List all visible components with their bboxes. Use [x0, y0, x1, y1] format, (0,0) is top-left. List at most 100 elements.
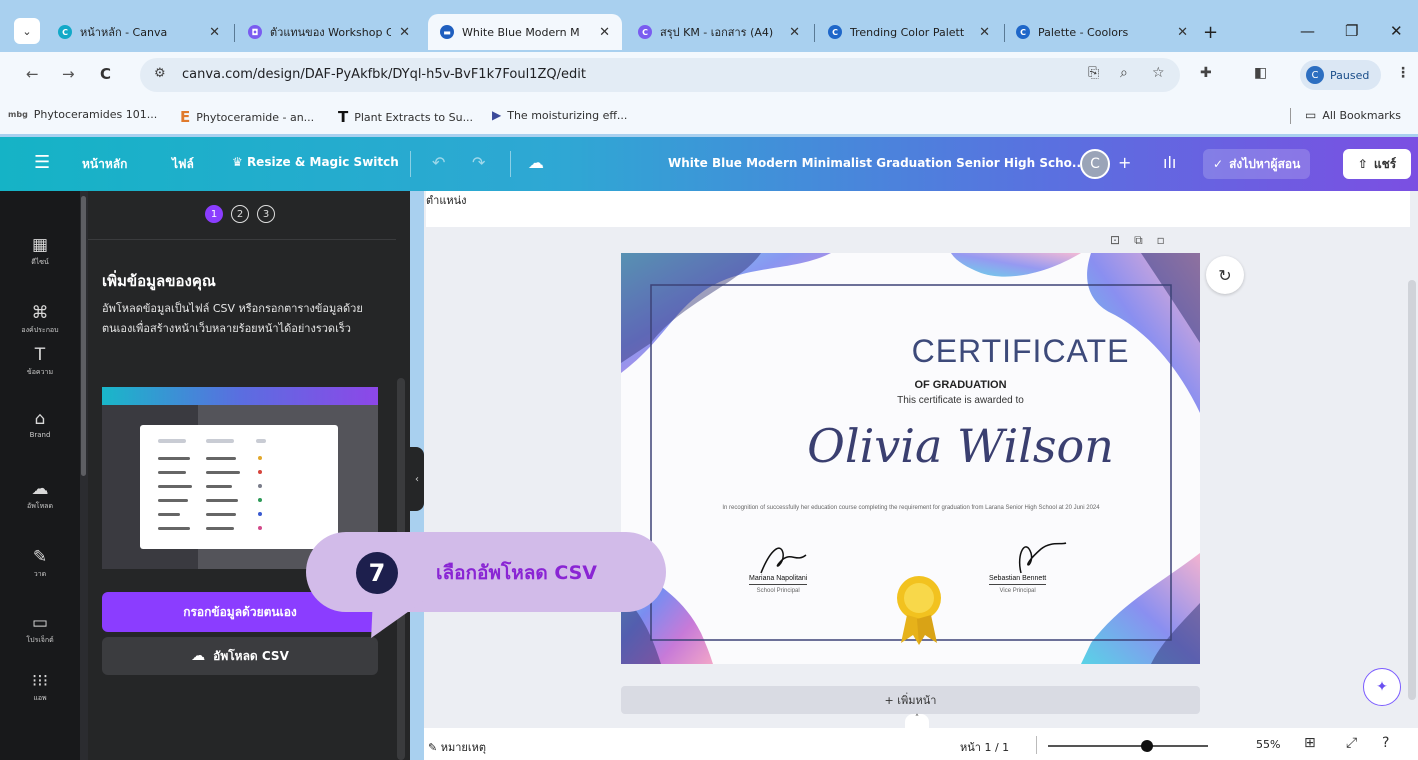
- bookmark-label: The moisturizing eff...: [507, 108, 628, 122]
- fullscreen-icon[interactable]: ⤢: [1346, 735, 1357, 751]
- tab-title: สรุป KM - เอกสาร (A4): [660, 26, 774, 39]
- new-tab-button[interactable]: +: [1203, 22, 1218, 43]
- tab-favicon-icon: C: [1016, 25, 1030, 39]
- rail-scroll-thumb[interactable]: [81, 196, 86, 476]
- collapse-panel-button[interactable]: ‹: [410, 447, 424, 511]
- document-title[interactable]: White Blue Modern Minimalist Graduation …: [668, 156, 1086, 170]
- browser-tab[interactable]: C หน้าหลัก - Canva ✕: [46, 14, 232, 50]
- upload-csv-button[interactable]: ☁ อัพโหลด CSV: [102, 637, 378, 675]
- browser-tab[interactable]: ◘ ตัวแทนของ Workshop C ✕: [236, 14, 422, 50]
- restore-icon[interactable]: ❐: [1345, 22, 1358, 40]
- close-tab-icon[interactable]: ✕: [399, 25, 410, 40]
- certificate-page[interactable]: CERTIFICATE OF GRADUATION This certifica…: [621, 253, 1200, 664]
- all-bookmarks-button[interactable]: ▭ All Bookmarks: [1305, 108, 1401, 122]
- cloud-saved-icon[interactable]: ☁: [528, 153, 544, 172]
- close-tab-icon[interactable]: ✕: [209, 25, 220, 40]
- tab-title: หน้าหลัก - Canva: [80, 26, 168, 39]
- home-button[interactable]: หน้าหลัก: [82, 155, 127, 174]
- close-tab-icon[interactable]: ✕: [1177, 25, 1188, 40]
- share-button[interactable]: ⇧ แชร์: [1343, 149, 1411, 179]
- callout-text: เลือกอัพโหลด CSV: [436, 562, 597, 584]
- zoom-slider-thumb[interactable]: [1141, 740, 1154, 752]
- magic-assistant-icon[interactable]: ✦: [1363, 668, 1401, 706]
- signature-block-2[interactable]: Sebastian Bennett Vice Principal: [989, 575, 1047, 594]
- grid-view-icon[interactable]: ⊞: [1304, 735, 1316, 751]
- paused-label: Paused: [1330, 68, 1370, 82]
- sheet-cell: [206, 527, 234, 530]
- bookmark-item[interactable]: E Phytoceramide - an...: [180, 108, 314, 126]
- zoom-slider[interactable]: [1048, 745, 1208, 747]
- notes-button[interactable]: ✎ หมายเหตุ: [428, 738, 486, 756]
- rail-item[interactable]: ⁝⁝⁝ แอพ: [0, 671, 80, 704]
- rail-item[interactable]: ✎ วาด: [0, 547, 80, 580]
- certificate-title[interactable]: CERTIFICATE: [621, 333, 1200, 370]
- add-page-icon[interactable]: ▫: [1157, 233, 1179, 247]
- sheet-dot: [258, 484, 262, 488]
- url-field[interactable]: ⚙ canva.com/design/DAF-PyAkfbk/DYql-h5v-…: [140, 58, 1180, 92]
- extensions-icon[interactable]: ✚: [1200, 65, 1212, 81]
- step-2[interactable]: 2: [231, 205, 249, 223]
- step-1[interactable]: 1: [205, 205, 223, 223]
- help-icon[interactable]: ?: [1382, 735, 1389, 751]
- translate-icon[interactable]: ⎘: [1088, 65, 1099, 81]
- browser-menu-icon[interactable]: ⋮: [1396, 65, 1410, 81]
- browser-tab[interactable]: C สรุป KM - เอกสาร (A4) ✕: [626, 14, 812, 50]
- toolbar-divider: [410, 151, 411, 177]
- browser-tab[interactable]: C Palette - Coolors ✕: [1004, 14, 1200, 50]
- add-collaborator-icon[interactable]: +: [1118, 153, 1131, 172]
- reload-icon[interactable]: C: [100, 65, 111, 83]
- bookmark-item[interactable]: T Plant Extracts to Su...: [338, 108, 473, 126]
- profile-paused-button[interactable]: C Paused: [1300, 60, 1382, 90]
- rail-item[interactable]: ▭ โปรเจ็กต์: [0, 613, 80, 646]
- zoom-icon[interactable]: ⌕: [1120, 65, 1128, 81]
- bookmark-item[interactable]: ▶ The moisturizing eff...: [492, 108, 627, 122]
- close-tab-icon[interactable]: ✕: [979, 25, 990, 40]
- redo-icon[interactable]: ↷: [472, 153, 485, 172]
- recognition-text[interactable]: In recognition of successfully her educa…: [711, 504, 1111, 513]
- menu-icon[interactable]: ☰: [34, 152, 50, 173]
- submit-button[interactable]: ✓ ส่งไปหาผู้สอน: [1203, 149, 1311, 179]
- signature-block-1[interactable]: Mariana Napolitani School Principal: [749, 575, 808, 594]
- insights-icon[interactable]: ılı: [1163, 153, 1176, 172]
- position-label[interactable]: ตำแหน่ง: [426, 191, 467, 209]
- file-button[interactable]: ไฟล์: [172, 155, 194, 174]
- rail-item[interactable]: ▦ ดีไซน์: [0, 235, 80, 268]
- page-counter[interactable]: หน้า 1 / 1: [960, 738, 1009, 756]
- close-tab-icon[interactable]: ✕: [599, 25, 610, 40]
- add-page-button[interactable]: + เพิ่มหน้า: [621, 686, 1200, 714]
- lock-page-icon[interactable]: ⊡: [1110, 233, 1134, 247]
- close-window-icon[interactable]: ✕: [1390, 22, 1403, 40]
- sheet-cell: [158, 513, 180, 516]
- close-tab-icon[interactable]: ✕: [789, 25, 800, 40]
- forward-icon[interactable]: →: [62, 65, 75, 83]
- recipient-name[interactable]: Olivia Wilson: [621, 419, 1200, 473]
- share-icon: ⇧: [1357, 157, 1368, 171]
- certificate-subtitle[interactable]: OF GRADUATION: [621, 379, 1200, 391]
- site-settings-icon[interactable]: ⚙: [154, 66, 166, 81]
- rail-icon: T: [34, 345, 46, 365]
- certificate-awarded-text[interactable]: This certificate is awarded to: [621, 395, 1200, 406]
- browser-tab[interactable]: ▬ White Blue Modern M ✕: [428, 14, 622, 50]
- back-icon[interactable]: ←: [26, 65, 39, 83]
- rail-item[interactable]: ⌂ Brand: [0, 409, 80, 439]
- zoom-level[interactable]: 55%: [1256, 738, 1280, 751]
- bookmark-favicon: E: [180, 108, 191, 126]
- browser-tab[interactable]: C Trending Color Palett ✕: [816, 14, 1002, 50]
- duplicate-page-icon[interactable]: ⧉: [1134, 233, 1157, 247]
- page-tools: ⊡⧉▫: [1110, 233, 1179, 248]
- undo-icon[interactable]: ↶: [432, 153, 445, 172]
- resize-button[interactable]: ♛ Resize & Magic Switch: [232, 155, 399, 169]
- rail-item[interactable]: ☁ อัพโหลด: [0, 479, 80, 512]
- minimize-icon[interactable]: —: [1300, 22, 1315, 40]
- bookmark-star-icon[interactable]: ☆: [1152, 65, 1165, 81]
- canvas-scrollbar[interactable]: [1408, 280, 1416, 700]
- refresh-icon[interactable]: ↻: [1206, 256, 1244, 294]
- rail-item[interactable]: T ข้อความ: [0, 345, 80, 378]
- rail-item[interactable]: ⌘ องค์ประกอบ: [0, 303, 80, 336]
- rail-icon: ⌂: [34, 409, 46, 429]
- side-panel-icon[interactable]: ◧: [1254, 65, 1267, 81]
- step-3[interactable]: 3: [257, 205, 275, 223]
- bookmark-item[interactable]: mbg Phytoceramides 101...: [8, 108, 157, 121]
- collaborator-avatar[interactable]: C: [1080, 149, 1110, 179]
- tab-search-button[interactable]: ⌄: [14, 18, 40, 44]
